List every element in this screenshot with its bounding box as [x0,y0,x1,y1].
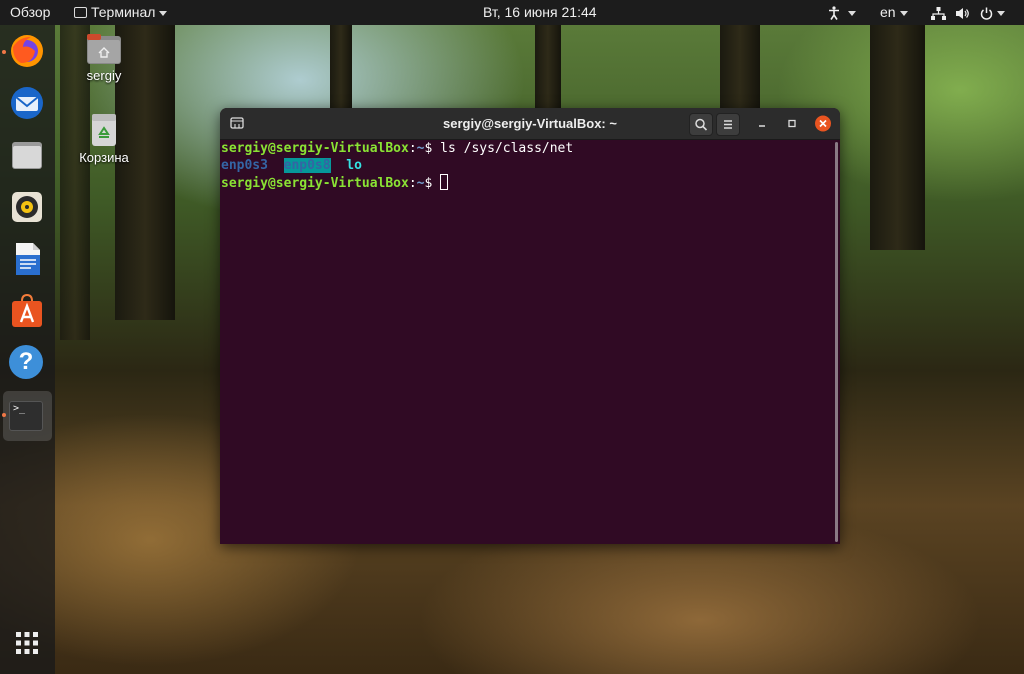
tree-trunk [870,0,925,250]
home-folder-icon [87,34,121,64]
language-menu[interactable]: en [880,0,908,25]
output-entry: enp0s8 [283,158,331,173]
files-launcher[interactable] [9,137,45,173]
top-bar: Обзор Терминал Вт, 16 июня 21:44 en [0,0,1024,25]
text-cursor [440,174,449,190]
desktop-home-folder[interactable]: sergiy [64,32,144,83]
trash-icon [92,114,116,146]
window-title: sergiy@sergiy-VirtualBox: ~ [443,116,617,131]
help-glyph: ? [18,348,34,375]
firefox-launcher[interactable] [9,33,45,69]
firefox-icon [11,35,43,67]
software-launcher[interactable] [9,293,45,329]
output-line: enp0s3 enp0s8 lo [221,157,835,174]
writer-icon [16,243,40,275]
prompt-separator: : [408,141,417,156]
power-icon [980,7,992,20]
prompt-dollar: $ [424,141,441,156]
hamburger-menu-icon [724,120,732,129]
software-icon [12,293,42,327]
terminal-window[interactable]: sergiy@sergiy-VirtualBox: ~ sergiy@sergi… [220,108,840,544]
minimize-button[interactable] [751,113,773,134]
desktop-trash[interactable]: Корзина [64,112,144,165]
maximize-icon [788,119,796,128]
thunderbird-launcher[interactable] [9,85,45,121]
network-icon [931,6,946,20]
rhythmbox-icon [12,192,42,222]
prompt-path: ~ [416,176,425,191]
chevron-down-icon [996,10,1005,16]
language-label: en [880,4,896,20]
chevron-down-icon [899,10,908,16]
terminal-scrollbar[interactable] [835,142,838,542]
chevron-down-icon [159,10,168,16]
minimize-icon [759,125,765,127]
help-icon: ? [9,345,43,379]
terminal-small-icon [74,7,87,18]
command-text: ls /sys/class/net [440,141,574,156]
menu-button[interactable] [716,113,740,136]
app-grid-icon [16,632,38,654]
dock: ? >_ [0,25,55,674]
prompt-path: ~ [416,141,425,156]
app-menu-button[interactable]: Терминал [74,0,168,25]
terminal-output-area[interactable]: sergiy@sergiy-VirtualBox:~$ ls /sys/clas… [220,140,835,544]
prompt-separator: : [408,176,417,191]
prompt-user: sergiy@sergiy-VirtualBox [221,141,409,156]
prompt-user: sergiy@sergiy-VirtualBox [221,176,409,191]
app-menu-label: Терминал [91,4,156,20]
accessibility-icon [829,6,839,21]
terminal-launcher[interactable]: >_ [9,398,45,434]
terminal-headerbar[interactable]: sergiy@sergiy-VirtualBox: ~ [220,108,840,140]
writer-launcher[interactable] [9,241,45,277]
thunderbird-icon [11,87,43,119]
close-icon [815,115,831,132]
search-icon [695,118,708,131]
command-line: sergiy@sergiy-VirtualBox:~$ ls /sys/clas… [221,140,835,157]
system-menu[interactable] [931,0,1005,25]
output-entry: lo [346,158,362,173]
prompt-dollar: $ [424,176,441,191]
output-entry: enp0s3 [221,158,268,173]
maximize-button[interactable] [781,113,803,134]
close-button[interactable] [812,113,834,134]
volume-icon [955,7,969,19]
running-indicator [2,50,6,54]
show-applications-button[interactable] [9,625,45,661]
clock[interactable]: Вт, 16 июня 21:44 [483,0,597,25]
rhythmbox-launcher[interactable] [9,189,45,225]
running-indicator [2,413,6,417]
trash-label: Корзина [79,150,129,165]
accessibility-menu[interactable] [828,0,856,25]
help-launcher[interactable]: ? [9,345,45,381]
chevron-down-icon [848,10,856,16]
home-folder-label: sergiy [86,68,122,83]
terminal-icon: >_ [9,401,43,431]
activities-button[interactable]: Обзор [10,0,50,25]
prompt-line: sergiy@sergiy-VirtualBox:~$ [221,174,835,191]
search-button[interactable] [689,113,713,136]
terminal-glyph: >_ [13,403,26,414]
files-icon [12,142,42,169]
